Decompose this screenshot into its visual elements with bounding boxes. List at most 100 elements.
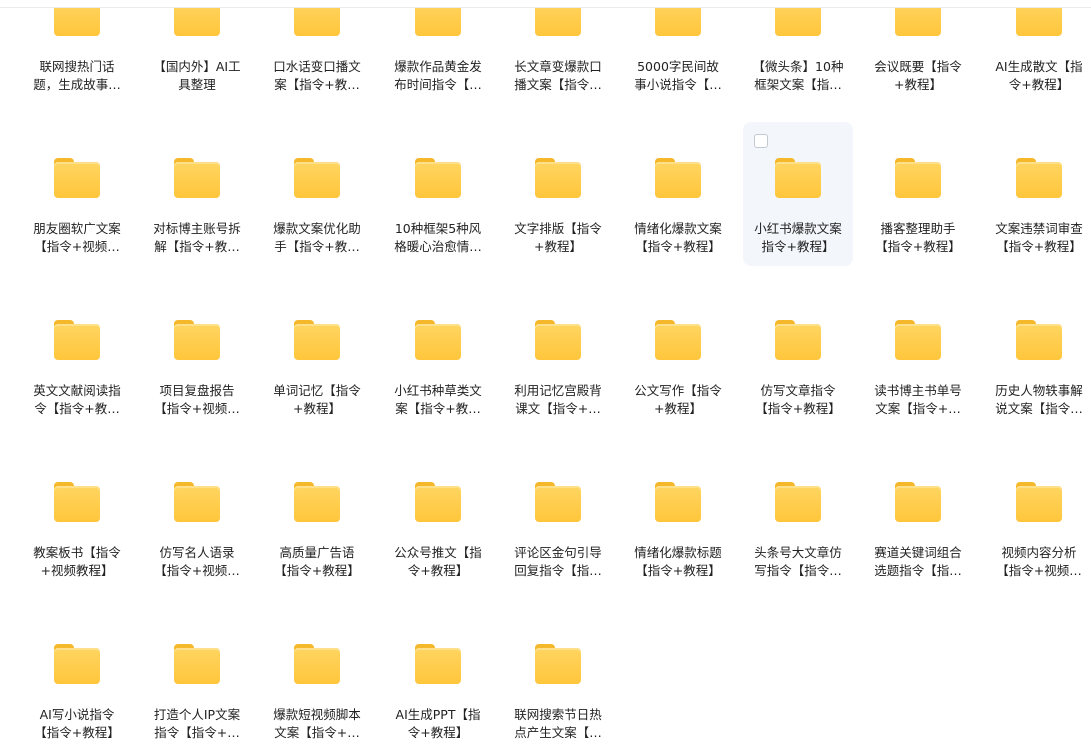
folder-item[interactable]: 历史人物轶事解 说文案【指令… xyxy=(984,284,1091,428)
folder-name: 联网搜索节日热 点产生文案【… xyxy=(503,706,613,742)
folder-item[interactable]: 爆款短视频脚本 文案【指令+… xyxy=(262,608,372,752)
folder-name-line-1: 5000字民间故 xyxy=(637,59,719,74)
folder-icon xyxy=(775,482,821,522)
folder-item[interactable]: 情绪化爆款文案 【指令+教程】 xyxy=(623,122,733,266)
folder-name-line-1: 小红书种草类文 xyxy=(394,383,482,398)
folder-name-line-1: 文字排版【指令 xyxy=(514,221,602,236)
folder-item[interactable]: 公文写作【指令 +教程】 xyxy=(623,284,733,428)
folder-name: 高质量广告语 【指令+教程】 xyxy=(262,544,372,580)
folder-name-line-1: 历史人物轶事解 xyxy=(995,383,1083,398)
folder-item[interactable]: 利用记忆宫殿背 课文【指令+… xyxy=(503,284,613,428)
folder-name-line-1: 播客整理助手 xyxy=(880,221,956,236)
folder-icon xyxy=(294,158,340,198)
folder-icon xyxy=(174,158,220,198)
folder-name-line-2: +教程】 xyxy=(654,401,702,416)
folder-item[interactable]: 读书博主书单号 文案【指令+… xyxy=(863,284,973,428)
folder-name-line-2: 【指令+教程】 xyxy=(875,239,961,254)
folder-name-line-2: 案【指令+教… xyxy=(274,77,360,92)
folder-item[interactable]: 项目复盘报告 【指令+视频… xyxy=(142,284,252,428)
folder-name-line-2: 令+教程】 xyxy=(407,725,469,740)
folder-name-line-2: 课文【指令+… xyxy=(515,401,601,416)
folder-item[interactable]: 会议既要【指令 +教程】 xyxy=(863,0,973,104)
folder-name-line-2: 框架文案【指… xyxy=(754,77,842,92)
folder-name-line-2: 解【指令+教… xyxy=(154,239,240,254)
folder-item[interactable]: 5000字民间故 事小说指令【… xyxy=(623,0,733,104)
folder-item[interactable]: 情绪化爆款标题 【指令+教程】 xyxy=(623,446,733,590)
folder-item[interactable]: 小红书种草类文 案【指令+教… xyxy=(383,284,493,428)
folder-item[interactable]: 爆款文案优化助 手【指令+教… xyxy=(262,122,372,266)
folder-name-line-2: 令+教程】 xyxy=(407,563,469,578)
folder-item[interactable]: 小红书爆款文案 指令+教程】 xyxy=(743,122,853,266)
folder-item[interactable]: 朋友圈软广文案 【指令+视频… xyxy=(22,122,132,266)
folder-item[interactable]: 赛道关键词组合 选题指令【指… xyxy=(863,446,973,590)
folder-icon xyxy=(415,644,461,684)
folder-item[interactable]: 仿写名人语录 【指令+视频… xyxy=(142,446,252,590)
folder-name: 会议既要【指令 +教程】 xyxy=(863,58,973,94)
folder-item[interactable]: 公众号推文【指 令+教程】 xyxy=(383,446,493,590)
folder-item[interactable]: 【微头条】10种 框架文案【指… xyxy=(743,0,853,104)
folder-item[interactable]: 爆款作品黄金发 布时间指令【… xyxy=(383,0,493,104)
folder-name-line-1: 情绪化爆款文案 xyxy=(634,221,722,236)
folder-name-line-1: 视频内容分析 xyxy=(1001,545,1077,560)
folder-name: 【微头条】10种 框架文案【指… xyxy=(743,58,853,94)
folder-name: 评论区金句引导 回复指令【指… xyxy=(503,544,613,580)
folder-name-line-2: 指令+教程】 xyxy=(761,239,835,254)
folder-item[interactable]: 评论区金句引导 回复指令【指… xyxy=(503,446,613,590)
folder-name-line-2: 题，生成故事… xyxy=(33,77,121,92)
folder-name: 情绪化爆款文案 【指令+教程】 xyxy=(623,220,733,256)
folder-name-line-2: 文案【指令+… xyxy=(875,401,961,416)
folder-item[interactable]: 对标博主账号拆 解【指令+教… xyxy=(142,122,252,266)
folder-name-line-2: 具整理 xyxy=(178,77,216,92)
folder-name-line-1: AI生成PPT【指 xyxy=(395,707,481,722)
folder-name-line-1: 单词记忆【指令 xyxy=(273,383,361,398)
folder-name-line-2: 【指令+教程】 xyxy=(274,563,360,578)
folder-item[interactable]: 教案板书【指令 +视频教程】 xyxy=(22,446,132,590)
folder-name-line-2: 令+教程】 xyxy=(1008,77,1070,92)
folder-icon xyxy=(1016,482,1062,522)
folder-name-line-1: 公文写作【指令 xyxy=(634,383,722,398)
folder-icon xyxy=(535,482,581,522)
folder-item[interactable]: 文字排版【指令 +教程】 xyxy=(503,122,613,266)
folder-item[interactable]: 文案违禁词审查 【指令+教程】 xyxy=(984,122,1091,266)
folder-item[interactable]: 单词记忆【指令 +教程】 xyxy=(262,284,372,428)
folder-name-line-2: 案【指令+教… xyxy=(395,401,481,416)
folder-name: 文案违禁词审查 【指令+教程】 xyxy=(984,220,1091,256)
folder-item[interactable]: 联网搜索节日热 点产生文案【… xyxy=(503,608,613,752)
folder-icon xyxy=(895,482,941,522)
folder-item[interactable]: 播客整理助手 【指令+教程】 xyxy=(863,122,973,266)
folder-name-line-1: 10种框架5种风 xyxy=(394,221,482,236)
select-checkbox[interactable] xyxy=(754,134,768,148)
folder-name-line-2: 【指令+视频… xyxy=(154,563,240,578)
folder-name: 爆款短视频脚本 文案【指令+… xyxy=(262,706,372,742)
folder-item[interactable]: 视频内容分析 【指令+视频… xyxy=(984,446,1091,590)
folder-icon xyxy=(895,158,941,198)
folder-name-line-1: 联网搜热门话 xyxy=(39,59,115,74)
folder-name: AI生成PPT【指 令+教程】 xyxy=(383,706,493,742)
folder-item[interactable]: 【国内外】AI工 具整理 xyxy=(142,0,252,104)
folder-icon xyxy=(655,320,701,360)
folder-item[interactable]: 头条号大文章仿 写指令【指令… xyxy=(743,446,853,590)
folder-item[interactable]: 联网搜热门话 题，生成故事… xyxy=(22,0,132,104)
folder-name-line-2: 文案【指令+… xyxy=(274,725,360,740)
folder-name: 【国内外】AI工 具整理 xyxy=(142,58,252,94)
folder-name: 小红书种草类文 案【指令+教… xyxy=(383,382,493,418)
folder-item[interactable]: 10种框架5种风 格暖心治愈情… xyxy=(383,122,493,266)
folder-item[interactable]: AI生成散文【指 令+教程】 xyxy=(984,0,1091,104)
folder-item[interactable]: 高质量广告语 【指令+教程】 xyxy=(262,446,372,590)
folder-icon xyxy=(415,320,461,360)
folder-item[interactable]: 长文章变爆款口 播文案【指令… xyxy=(503,0,613,104)
folder-item[interactable]: 仿写文章指令 【指令+教程】 xyxy=(743,284,853,428)
folder-item[interactable]: AI生成PPT【指 令+教程】 xyxy=(383,608,493,752)
folder-item[interactable]: 英文文献阅读指 令【指令+教… xyxy=(22,284,132,428)
folder-item[interactable]: 口水话变口播文 案【指令+教… xyxy=(262,0,372,104)
folder-name-line-1: 爆款短视频脚本 xyxy=(273,707,361,722)
folder-item[interactable]: 打造个人IP文案 指令【指令+… xyxy=(142,608,252,752)
folder-name-line-2: 点产生文案【… xyxy=(514,725,602,740)
folder-name-line-2: 指令【指令+… xyxy=(154,725,240,740)
folder-name-line-1: 爆款作品黄金发 xyxy=(394,59,482,74)
folder-item[interactable]: AI写小说指令 【指令+教程】 xyxy=(22,608,132,752)
folder-name-line-1: AI写小说指令 xyxy=(39,707,115,722)
folder-name-line-1: 项目复盘报告 xyxy=(159,383,235,398)
folder-icon xyxy=(655,482,701,522)
folder-name-line-2: 格暖心治愈情… xyxy=(394,239,482,254)
